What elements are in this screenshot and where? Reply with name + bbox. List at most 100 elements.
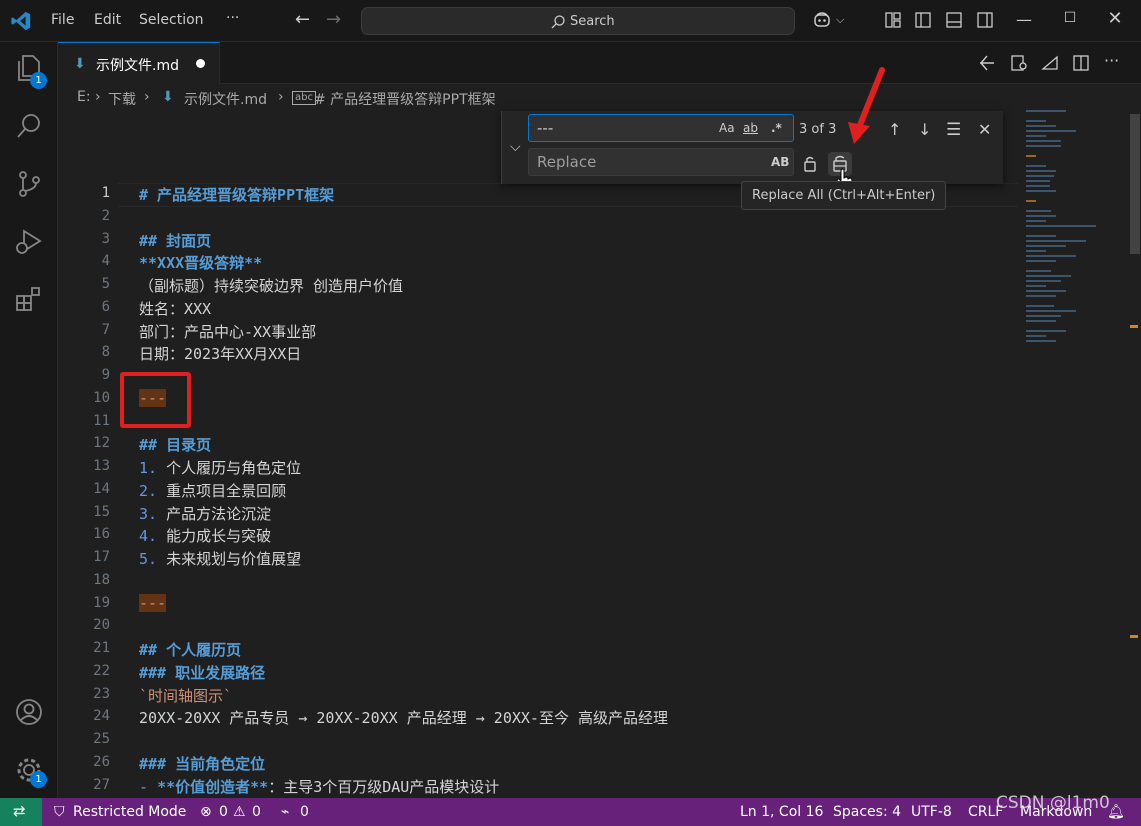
next-match-arrow-icon[interactable]: ↓ bbox=[918, 120, 931, 139]
extensions-icon[interactable] bbox=[13, 284, 45, 316]
error-icon[interactable]: ⊗ bbox=[200, 804, 212, 820]
tab-markdown-file[interactable]: ⬇ 示例文件.md bbox=[58, 42, 220, 84]
code-line[interactable]: 9 bbox=[58, 365, 1018, 388]
forward-arrow-icon[interactable]: → bbox=[326, 9, 341, 30]
breadcrumb-folder[interactable]: 下载 bbox=[108, 89, 136, 109]
settings-badge: 1 bbox=[30, 771, 47, 788]
restricted-mode[interactable]: Restricted Mode bbox=[73, 804, 186, 820]
customize-layout-icon[interactable] bbox=[884, 11, 902, 29]
code-line[interactable]: 25 bbox=[58, 729, 1018, 752]
code-line[interactable]: 26 ### 当前角色定位 bbox=[58, 752, 1018, 775]
code-line[interactable]: 3 ## 封面页 bbox=[58, 229, 1018, 252]
match-case-toggle[interactable]: Aa bbox=[719, 121, 735, 135]
code-line[interactable]: 6 姓名：XXX bbox=[58, 297, 1018, 320]
code-line[interactable]: 17 5. 未来规划与价值展望 bbox=[58, 547, 1018, 570]
search-icon[interactable] bbox=[13, 110, 45, 142]
maximize-icon[interactable]: ☐ bbox=[1060, 10, 1080, 26]
code-line[interactable]: 22 ### 职业发展路径 bbox=[58, 661, 1018, 684]
breadcrumb-separator-icon: › bbox=[144, 89, 150, 105]
breadcrumb-symbol[interactable]: # 产品经理晋级答辩PPT框架 bbox=[314, 89, 496, 109]
ports-icon[interactable]: ⌁ bbox=[281, 804, 289, 820]
unsaved-dot-icon[interactable] bbox=[196, 59, 205, 68]
code-line[interactable]: 7 部门：产品中心-XX事业部 bbox=[58, 320, 1018, 343]
command-center-search[interactable]: Search bbox=[361, 7, 795, 35]
find-in-selection-icon[interactable]: ☰ bbox=[946, 120, 961, 140]
more-actions-icon[interactable]: ··· bbox=[1104, 51, 1122, 70]
code-line[interactable]: 4 **XXX晋级答辩** bbox=[58, 251, 1018, 274]
line-number: 11 bbox=[93, 412, 110, 429]
replace-one-icon[interactable] bbox=[798, 152, 822, 176]
menu-more[interactable]: ··· bbox=[226, 10, 239, 26]
remote-indicator[interactable]: ⇄ bbox=[0, 798, 42, 826]
code-line[interactable]: 14 2. 重点项目全景回顾 bbox=[58, 479, 1018, 502]
code-line[interactable]: 10 --- bbox=[58, 388, 1018, 411]
vscode-logo-icon[interactable] bbox=[10, 10, 32, 32]
code-line[interactable]: 16 4. 能力成长与突破 bbox=[58, 524, 1018, 547]
menu-file[interactable]: File bbox=[51, 12, 74, 28]
open-preview-icon[interactable] bbox=[1010, 54, 1028, 72]
line-number: 12 bbox=[93, 435, 110, 452]
line-text: ## 封面页 bbox=[139, 230, 211, 251]
code-token: 4. bbox=[139, 527, 167, 546]
cursor-position[interactable]: Ln 1, Col 16 bbox=[740, 804, 823, 820]
preserve-case-toggle[interactable]: AB bbox=[771, 155, 789, 169]
minimap-line bbox=[1026, 225, 1096, 227]
code-line[interactable]: 11 bbox=[58, 411, 1018, 434]
minimap[interactable] bbox=[1026, 110, 1126, 360]
source-control-icon[interactable] bbox=[13, 168, 45, 200]
back-arrow-icon[interactable]: ← bbox=[295, 9, 310, 30]
split-editor-icon[interactable] bbox=[1072, 54, 1090, 72]
breadcrumb-drive[interactable]: E: bbox=[77, 89, 91, 105]
code-line[interactable]: 27 - **价值创造者**：主导3个百万级DAU产品模块设计 bbox=[58, 775, 1018, 798]
watermark: CSDN @l1m0 bbox=[996, 793, 1110, 813]
code-editor[interactable]: 1 # 产品经理晋级答辩PPT框架 2 3 ## 封面页 4 **XXX晋级答辩** 5 （副标… bbox=[58, 110, 1141, 798]
code-line[interactable]: 8 日期：2023年XX月XX日 bbox=[58, 342, 1018, 365]
minimize-icon[interactable]: — bbox=[1014, 10, 1034, 29]
warning-icon[interactable]: ⚠ bbox=[233, 804, 246, 820]
open-preview-side-icon[interactable] bbox=[1041, 54, 1059, 72]
code-line[interactable]: 21 ## 个人履历页 bbox=[58, 638, 1018, 661]
close-icon[interactable]: ✕ bbox=[1105, 8, 1125, 29]
whole-word-toggle[interactable]: ab bbox=[743, 121, 758, 135]
markdown-file-icon: ⬇ bbox=[162, 89, 174, 105]
menu-edit[interactable]: Edit bbox=[94, 12, 121, 28]
close-find-icon[interactable]: ✕ bbox=[978, 120, 991, 139]
code-line[interactable]: 13 1. 个人履历与角色定位 bbox=[58, 456, 1018, 479]
toggle-replace-chevron-icon[interactable]: ⌵ bbox=[510, 139, 521, 155]
run-debug-icon[interactable] bbox=[13, 226, 45, 258]
indentation[interactable]: Spaces: 4 bbox=[833, 804, 901, 820]
toggle-primary-sidebar-icon[interactable] bbox=[914, 11, 932, 29]
status-bar: ⇄ ⛉ Restricted Mode ⊗ 0 ⚠ 0 ⌁ 0 Ln 1, Co… bbox=[0, 798, 1141, 826]
open-changes-icon[interactable] bbox=[978, 54, 996, 72]
code-line[interactable]: 23 `时间轴图示` bbox=[58, 684, 1018, 707]
code-line[interactable]: 15 3. 产品方法论沉淀 bbox=[58, 502, 1018, 525]
warning-count[interactable]: 0 bbox=[252, 804, 261, 820]
encoding[interactable]: UTF-8 bbox=[911, 804, 952, 820]
code-line[interactable]: 19 --- bbox=[58, 593, 1018, 616]
code-token: 未来规划与价值展望 bbox=[166, 550, 302, 568]
find-input-value: --- bbox=[537, 119, 554, 137]
toggle-secondary-sidebar-icon[interactable] bbox=[976, 11, 994, 29]
code-line[interactable]: 12 ## 目录页 bbox=[58, 433, 1018, 456]
copilot-chevron-down-icon[interactable]: ⌵ bbox=[836, 13, 854, 31]
line-text: - **价值创造者**：主导3个百万级DAU产品模块设计 bbox=[139, 776, 499, 797]
replace-input[interactable]: Replace AB bbox=[528, 148, 794, 176]
copilot-icon[interactable] bbox=[812, 11, 834, 29]
regex-toggle[interactable]: .* bbox=[771, 121, 782, 135]
code-line[interactable]: 18 bbox=[58, 570, 1018, 593]
scrollbar-thumb[interactable] bbox=[1130, 114, 1140, 254]
code-line[interactable]: 20 bbox=[58, 615, 1018, 638]
error-count[interactable]: 0 bbox=[219, 804, 228, 820]
breadcrumb-file[interactable]: 示例文件.md bbox=[184, 89, 267, 109]
find-input[interactable]: --- Aa ab .* bbox=[528, 114, 794, 142]
ports-count[interactable]: 0 bbox=[300, 804, 309, 820]
previous-match-arrow-icon[interactable]: ↑ bbox=[888, 120, 901, 139]
code-line[interactable]: 24 20XX-20XX 产品专员 → 20XX-20XX 产品经理 → 20XX… bbox=[58, 706, 1018, 729]
minimap-line bbox=[1026, 145, 1061, 147]
toggle-panel-icon[interactable] bbox=[945, 11, 963, 29]
minimap-line bbox=[1026, 275, 1071, 277]
account-icon[interactable] bbox=[13, 696, 45, 728]
menu-selection[interactable]: Selection bbox=[139, 12, 204, 28]
code-token: 个人履历与角色定位 bbox=[166, 459, 302, 477]
code-line[interactable]: 5 （副标题）持续突破边界 创造用户价值 bbox=[58, 274, 1018, 297]
